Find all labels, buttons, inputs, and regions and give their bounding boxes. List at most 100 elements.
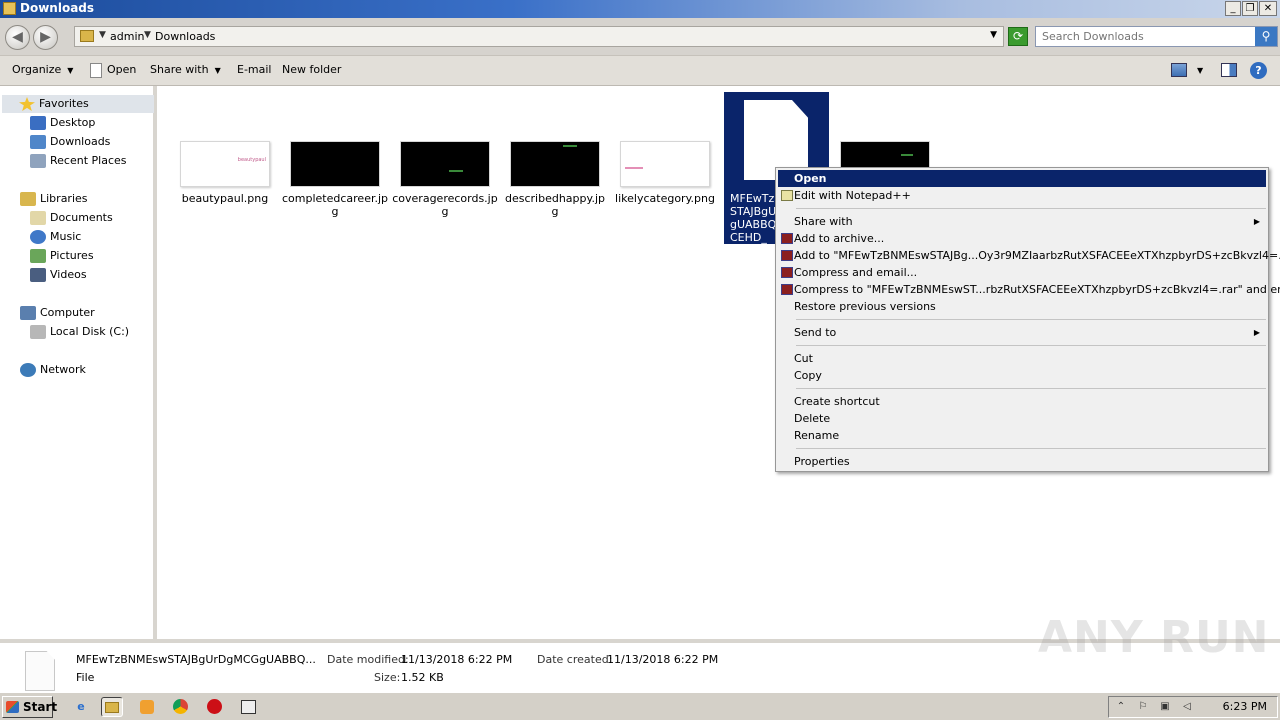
size-value: 1.52 KB [401, 671, 444, 684]
menu-create-shortcut[interactable]: Create shortcut [778, 393, 1266, 410]
nav-computer[interactable]: Computer [20, 304, 95, 322]
system-tray: ⌃ ⚐ ▣ ◁ 6:23 PM [1108, 696, 1278, 718]
nav-recent-places[interactable]: Recent Places [30, 152, 127, 170]
nav-videos[interactable]: Videos [30, 266, 87, 284]
breadcrumb-admin[interactable]: admin [110, 30, 144, 43]
organize-button[interactable]: Organize ▼ [12, 63, 73, 76]
menu-add-to-rar[interactable]: Add to "MFEwTzBNMEswSTAJBg...Oy3r9MZIaar… [778, 247, 1280, 264]
forward-button[interactable]: ▶ [33, 25, 58, 50]
share-with-label: Share with [150, 63, 209, 76]
menu-cut[interactable]: Cut [778, 350, 1266, 367]
menu-compress-to-rar-email[interactable]: Compress to "MFEwTzBNMEswST...rbzRutXSFA… [778, 281, 1280, 298]
network-tray-icon[interactable]: ▣ [1159, 701, 1171, 713]
image-thumbnail [400, 141, 490, 187]
watermark: ANY RUN [1038, 612, 1270, 663]
chrome-icon[interactable] [169, 697, 191, 717]
computer-icon [20, 306, 36, 320]
menu-restore-versions[interactable]: Restore previous versions [778, 298, 1266, 315]
media-player-icon[interactable] [136, 697, 158, 717]
nav-desktop-label: Desktop [50, 116, 96, 129]
menu-open[interactable]: Open [778, 170, 1266, 187]
nav-local-disk[interactable]: Local Disk (C:) [30, 323, 129, 341]
file-item[interactable]: completedcareer.jpg [282, 141, 388, 218]
menu-share-with[interactable]: Share with ▶ [778, 213, 1266, 230]
email-button[interactable]: E-mail [237, 63, 272, 76]
preview-pane-icon[interactable] [1221, 63, 1237, 77]
nav-downloads[interactable]: Downloads [30, 133, 110, 151]
nav-recent-places-label: Recent Places [50, 154, 127, 167]
file-item[interactable]: beautypaul beautypaul.png [172, 141, 278, 205]
size-label: Size: [374, 671, 401, 684]
image-thumbnail [290, 141, 380, 187]
app-window-icon[interactable] [237, 697, 259, 717]
search-icon[interactable]: ⚲ [1255, 27, 1277, 46]
file-item[interactable]: describedhappy.jpg [502, 141, 608, 218]
menu-delete[interactable]: Delete [778, 410, 1266, 427]
clock[interactable]: 6:23 PM [1223, 700, 1267, 713]
internet-explorer-icon[interactable]: e [70, 697, 92, 717]
menu-add-archive[interactable]: Add to archive... [778, 230, 1266, 247]
restore-button[interactable]: ❐ [1242, 1, 1258, 16]
view-dropdown-icon[interactable]: ▼ [1197, 66, 1203, 75]
address-dropdown-icon[interactable]: ▼ [990, 30, 997, 40]
navigation-pane: Favorites Desktop Downloads Recent Place… [0, 86, 157, 639]
breadcrumb-downloads[interactable]: Downloads [155, 30, 215, 43]
menu-compress-email[interactable]: Compress and email... [778, 264, 1266, 281]
nav-favorites-label: Favorites [39, 97, 89, 110]
address-bar: ◀ ▶ ▼ admin ▼ Downloads ▼ ⟳ ⚲ [0, 18, 1280, 56]
help-icon[interactable]: ? [1250, 62, 1267, 79]
open-button[interactable]: Open [107, 63, 136, 76]
file-name: likelycategory.png [615, 192, 715, 205]
refresh-button[interactable]: ⟳ [1008, 27, 1028, 46]
file-name: coveragerecords.jpg [392, 192, 498, 218]
start-button[interactable]: Start [2, 696, 57, 718]
nav-local-disk-label: Local Disk (C:) [50, 325, 130, 338]
back-button[interactable]: ◀ [5, 25, 30, 50]
search-input[interactable] [1036, 27, 1251, 46]
breadcrumb[interactable]: ▼ admin ▼ Downloads ▼ [74, 26, 1004, 47]
nav-desktop[interactable]: Desktop [30, 114, 95, 132]
window-title: Downloads [20, 1, 95, 15]
volume-icon[interactable]: ◁ [1181, 701, 1193, 713]
chevron-right-icon: ▶ [1253, 328, 1260, 337]
documents-icon [30, 211, 46, 225]
menu-edit-notepad-label: Edit with Notepad++ [794, 189, 911, 202]
share-with-button[interactable]: Share with ▼ [150, 63, 221, 76]
opera-icon[interactable] [203, 697, 225, 717]
desktop-icon [30, 116, 46, 130]
libraries-icon [20, 192, 36, 206]
menu-add-archive-label: Add to archive... [794, 232, 885, 245]
nav-music[interactable]: Music [30, 228, 81, 246]
winrar-icon [781, 233, 793, 244]
date-modified-value: 11/13/2018 6:22 PM [401, 653, 513, 666]
file-item[interactable]: likelycategory.png [612, 141, 718, 205]
explorer-taskbar-icon[interactable] [101, 697, 123, 717]
change-view-icon[interactable] [1171, 63, 1187, 77]
menu-rename[interactable]: Rename [778, 427, 1266, 444]
chevron-down-icon[interactable]: ▼ [99, 30, 106, 40]
chevron-down-icon[interactable]: ▼ [144, 30, 151, 40]
nav-music-label: Music [50, 230, 82, 243]
nav-network[interactable]: Network [20, 361, 86, 379]
file-item[interactable]: coveragerecords.jpg [392, 141, 498, 218]
nav-documents[interactable]: Documents [30, 209, 113, 227]
videos-icon [30, 268, 46, 282]
nav-downloads-label: Downloads [50, 135, 111, 148]
details-type: File [76, 671, 95, 684]
nav-libraries[interactable]: Libraries [20, 190, 88, 208]
menu-edit-notepad[interactable]: Edit with Notepad++ [778, 187, 1266, 204]
new-folder-button[interactable]: New folder [282, 63, 341, 76]
context-menu: Open Edit with Notepad++ Share with ▶ Add… [775, 167, 1280, 472]
close-button[interactable]: ✕ [1259, 1, 1277, 16]
menu-properties[interactable]: Properties [778, 453, 1266, 470]
menu-send-to[interactable]: Send to ▶ [778, 324, 1266, 341]
file-name: beautypaul.png [181, 192, 269, 205]
date-modified-label: Date modified: [327, 653, 409, 666]
flag-icon[interactable]: ⚐ [1137, 701, 1149, 713]
show-hidden-icons[interactable]: ⌃ [1115, 701, 1127, 713]
menu-copy[interactable]: Copy [778, 367, 1266, 384]
minimize-button[interactable]: _ [1225, 1, 1241, 16]
image-thumbnail [510, 141, 600, 187]
nav-favorites[interactable]: Favorites [2, 95, 154, 113]
nav-pictures[interactable]: Pictures [30, 247, 94, 265]
